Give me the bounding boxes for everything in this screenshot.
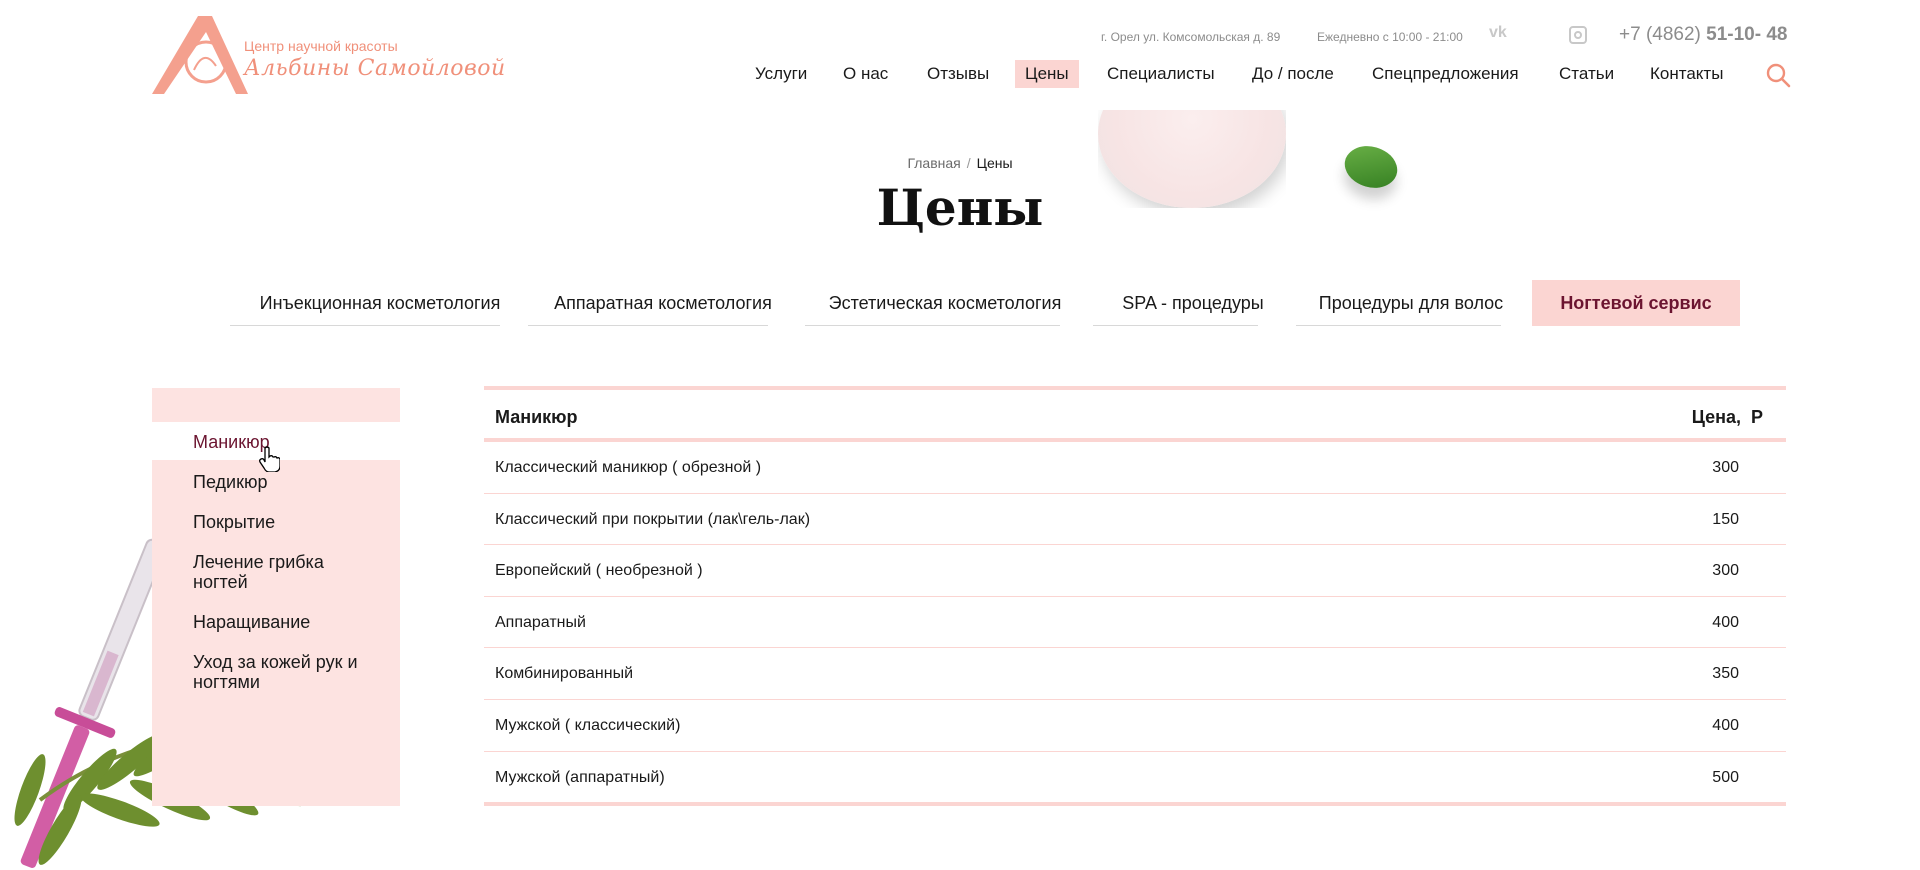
service-price: 300 bbox=[1712, 459, 1739, 476]
breadcrumb: Главная / Цены bbox=[0, 155, 1920, 171]
table-header-price: Цена, Р bbox=[1692, 407, 1763, 428]
service-name: Мужской (аппаратный) bbox=[495, 768, 665, 786]
side-item-extension[interactable]: Наращивание bbox=[193, 612, 310, 632]
tab-label: Процедуры для волос bbox=[1318, 293, 1504, 313]
tab-underline bbox=[230, 325, 500, 326]
service-name: Классический при покрытии (лак\гель-лак) bbox=[495, 510, 811, 528]
tab-hair[interactable]: Процедуры для волос bbox=[1296, 280, 1526, 326]
table-row: Классический при покрытии (лак\гель-лак)… bbox=[484, 494, 1786, 546]
phone-main: 51-10- 48 bbox=[1706, 24, 1788, 45]
nav-item-before-after[interactable]: До / после bbox=[1242, 60, 1344, 88]
nav-item-about[interactable]: О нас bbox=[833, 60, 898, 88]
tab-label: SPA - процедуры bbox=[1122, 293, 1264, 313]
tab-injection[interactable]: Инъекционная косметология bbox=[230, 280, 530, 326]
tab-label: Ногтевой сервис bbox=[1560, 293, 1712, 313]
table-header-service: Маникюр bbox=[495, 407, 578, 427]
service-price: 400 bbox=[1712, 613, 1739, 631]
tab-aesthetic[interactable]: Эстетическая косметология bbox=[805, 280, 1085, 326]
address-text: г. Орел ул. Комсомольская д. 89 bbox=[1101, 30, 1281, 44]
page-title: Цены bbox=[876, 178, 1044, 237]
tab-label: Аппаратная косметология bbox=[554, 293, 772, 313]
nav-item-articles[interactable]: Статьи bbox=[1549, 60, 1624, 88]
tab-apparatus[interactable]: Аппаратная косметология bbox=[528, 280, 798, 326]
nav-item-specialists[interactable]: Специалисты bbox=[1097, 60, 1225, 88]
ruble-icon: Р bbox=[1750, 407, 1763, 427]
service-price: 150 bbox=[1712, 510, 1739, 528]
table-row: Комбинированный 350 bbox=[484, 648, 1786, 700]
service-price: 350 bbox=[1712, 665, 1739, 683]
tab-underline bbox=[1093, 325, 1258, 326]
service-price: 500 bbox=[1712, 768, 1739, 786]
tab-label: Эстетическая косметология bbox=[828, 293, 1062, 313]
nav-item-prices[interactable]: Цены bbox=[1015, 60, 1079, 88]
logo-icon[interactable] bbox=[152, 14, 462, 96]
tab-underline bbox=[805, 325, 1060, 326]
hand-cursor-icon bbox=[259, 446, 280, 472]
side-item-pedicure[interactable]: Педикюр bbox=[193, 472, 268, 492]
table-row: Европейский ( необрезной ) 300 bbox=[484, 545, 1786, 597]
service-price: 300 bbox=[1712, 562, 1739, 580]
vk-icon[interactable]: vk bbox=[1489, 24, 1507, 42]
side-item-hand-care[interactable]: Уход за кожей рук и ногтями bbox=[193, 652, 358, 692]
side-item-coating[interactable]: Покрытие bbox=[193, 512, 275, 532]
service-name: Мужской ( классический) bbox=[495, 716, 681, 734]
service-price: 400 bbox=[1712, 716, 1739, 734]
logo-tagline: Центр научной красоты bbox=[244, 38, 398, 54]
table-row: Классический маникюр ( обрезной ) 300 bbox=[484, 442, 1786, 494]
tab-label: Инъекционная косметология bbox=[259, 293, 501, 313]
breadcrumb-current: Цены bbox=[976, 155, 1013, 171]
breadcrumb-separator: / bbox=[966, 155, 971, 171]
nav-item-reviews[interactable]: Отзывы bbox=[917, 60, 999, 88]
tab-spa[interactable]: SPA - процедуры bbox=[1093, 280, 1293, 326]
table-row: Аппаратный 400 bbox=[484, 597, 1786, 649]
table-row: Мужской (аппаратный) 500 bbox=[484, 752, 1786, 804]
side-item-fungus-treatment[interactable]: Лечение грибка ногтей bbox=[193, 552, 343, 592]
nav-item-offers[interactable]: Спецпредложения bbox=[1362, 60, 1529, 88]
nav-item-services[interactable]: Услуги bbox=[745, 60, 817, 88]
logo-name: Альбины Самойловой bbox=[244, 56, 506, 81]
service-name: Комбинированный bbox=[495, 665, 634, 683]
tab-underline bbox=[1296, 325, 1501, 326]
service-name: Европейский ( необрезной ) bbox=[495, 562, 703, 580]
instagram-icon[interactable] bbox=[1569, 26, 1587, 44]
table-header: Маникюр Цена, Р bbox=[484, 390, 1786, 442]
tab-nail-service[interactable]: Ногтевой сервис bbox=[1532, 280, 1740, 326]
service-name: Аппаратный bbox=[495, 613, 586, 631]
service-name: Классический маникюр ( обрезной ) bbox=[495, 459, 762, 476]
breadcrumb-home[interactable]: Главная bbox=[907, 155, 960, 171]
search-icon[interactable] bbox=[1765, 62, 1791, 88]
tab-underline bbox=[528, 325, 768, 326]
phone-prefix: +7 (4862) bbox=[1619, 24, 1707, 45]
price-label: Цена, bbox=[1691, 407, 1741, 427]
price-table: Маникюр Цена, Р Классический маникюр ( о… bbox=[484, 386, 1786, 807]
table-row: Мужской ( классический) 400 bbox=[484, 700, 1786, 752]
nav-item-contacts[interactable]: Контакты bbox=[1640, 60, 1733, 88]
hours-text: Ежедневно с 10:00 - 21:00 bbox=[1317, 30, 1463, 44]
site-header: Центр научной красоты Альбины Самойловой… bbox=[0, 0, 1920, 108]
phone-number[interactable]: +7 (4862) 51-10- 48 bbox=[1619, 24, 1788, 46]
